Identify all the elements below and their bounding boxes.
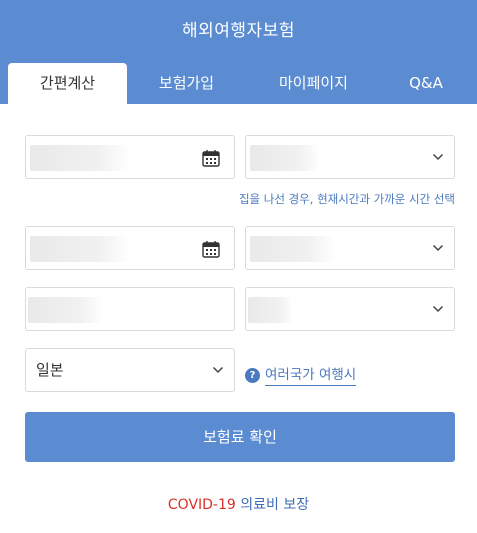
departure-date-value bbox=[30, 145, 130, 171]
time-hint: 집을 나선 경우, 현재시간과 가까운 시간 선택 bbox=[238, 192, 455, 206]
covid-label: COVID-19 bbox=[167, 497, 236, 513]
departure-date-field[interactable] bbox=[25, 135, 235, 179]
tab-quick-calc[interactable]: 간편계산 bbox=[8, 63, 127, 104]
medical-coverage-label: 의료비 보장 bbox=[240, 497, 310, 513]
calendar-icon bbox=[202, 150, 220, 167]
tab-my-page[interactable]: 마이페이지 bbox=[246, 63, 381, 104]
birthdate-value bbox=[28, 297, 103, 323]
departure-time-value bbox=[250, 145, 320, 171]
covid-coverage-link[interactable]: COVID-19 의료비 보장 bbox=[0, 494, 477, 514]
tab-insurance-signup[interactable]: 보험가입 bbox=[127, 63, 246, 104]
gender-value bbox=[248, 297, 293, 323]
chevron-down-icon bbox=[432, 305, 444, 313]
multi-country-text: 여러국가 여행시 bbox=[265, 366, 357, 386]
tab-bar: 간편계산 보험가입 마이페이지 Q&A bbox=[8, 63, 477, 104]
departure-time-select[interactable] bbox=[245, 135, 455, 179]
chevron-down-icon bbox=[432, 244, 444, 252]
chevron-down-icon bbox=[432, 153, 444, 161]
gender-select[interactable] bbox=[245, 287, 455, 331]
return-time-value bbox=[250, 236, 335, 262]
app-title: 해외여행자보험 bbox=[182, 21, 295, 41]
country-value: 일본 bbox=[36, 361, 64, 379]
return-date-value bbox=[30, 236, 130, 262]
chevron-down-icon bbox=[212, 366, 224, 374]
birthdate-field[interactable] bbox=[25, 287, 235, 331]
country-select[interactable]: 일본 bbox=[25, 348, 235, 392]
return-date-field[interactable] bbox=[25, 226, 235, 270]
app-header: 해외여행자보험 간편계산 보험가입 마이페이지 Q&A bbox=[0, 0, 477, 104]
question-circle-icon: ? bbox=[245, 368, 260, 383]
calendar-icon bbox=[202, 241, 220, 258]
return-time-select[interactable] bbox=[245, 226, 455, 270]
check-premium-button[interactable]: 보험료 확인 bbox=[25, 412, 455, 462]
tab-qna[interactable]: Q&A bbox=[381, 63, 471, 104]
